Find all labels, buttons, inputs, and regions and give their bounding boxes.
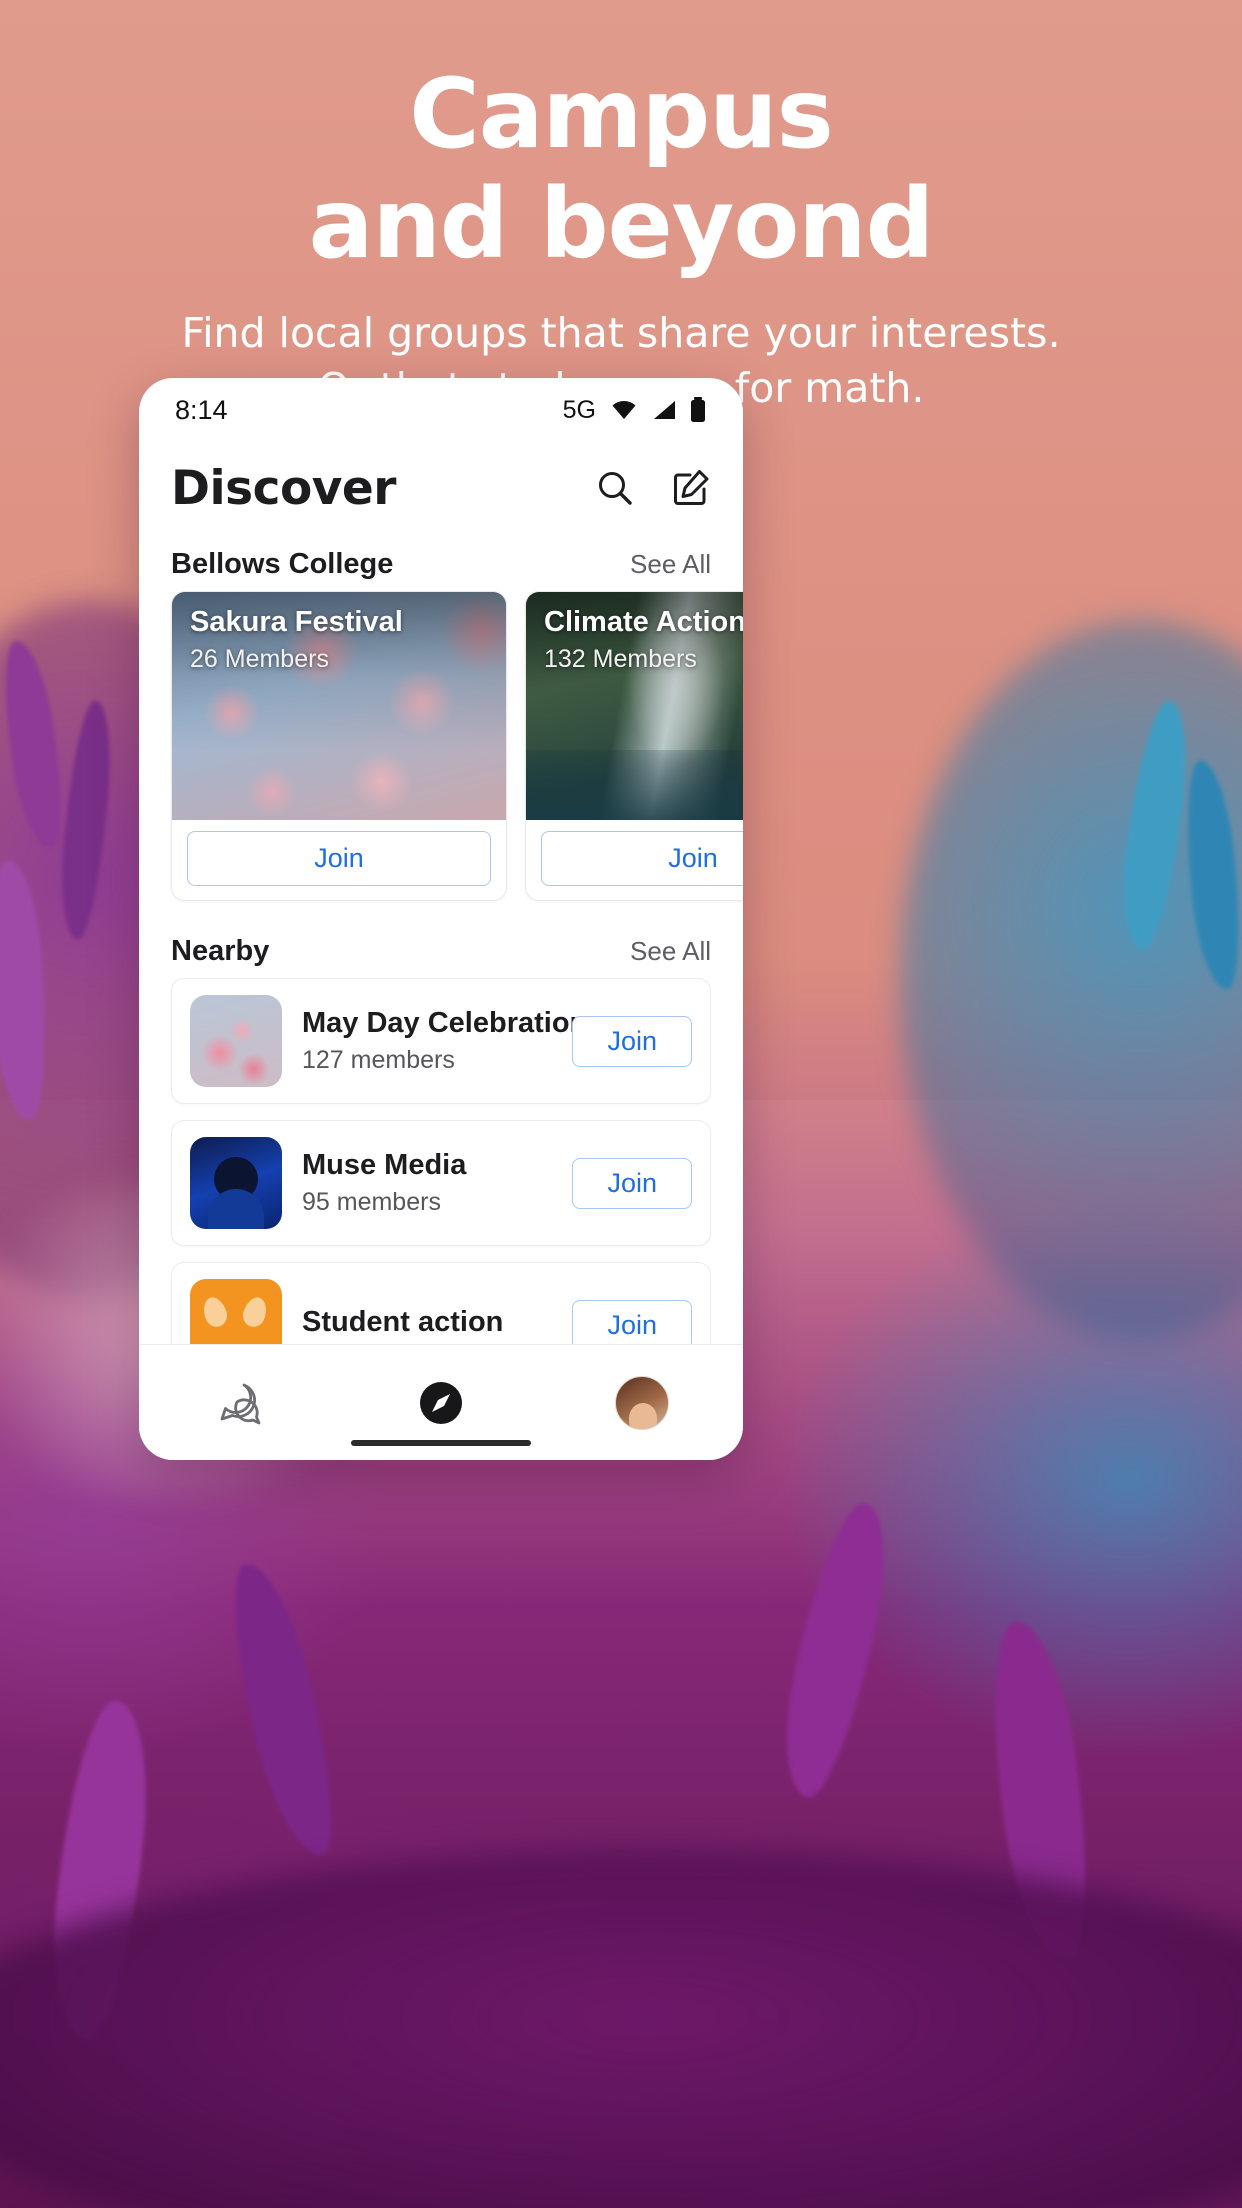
home-indicator (351, 1440, 531, 1446)
hero-title-line-1: Campus (409, 58, 833, 170)
join-button[interactable]: Join (572, 1299, 692, 1344)
status-icon-group: 5G (563, 396, 707, 425)
group-card-caption: Sakura Festival 26 Members (190, 606, 403, 674)
group-name: Student action (302, 1305, 504, 1338)
blossom-texture (190, 995, 282, 1087)
compass-icon[interactable] (414, 1376, 468, 1430)
app-title: Discover (171, 460, 396, 516)
join-button[interactable]: Join (572, 1157, 692, 1209)
list-item[interactable]: Student action Join (171, 1262, 711, 1344)
header-actions (595, 468, 711, 508)
group-card-image: Sakura Festival 26 Members (172, 592, 506, 820)
see-all-link[interactable]: See All (630, 936, 711, 967)
hero-title-line-2: and beyond (308, 168, 935, 280)
see-all-link[interactable]: See All (630, 549, 711, 580)
group-thumbnail (190, 1137, 282, 1229)
network-type-label: 5G (562, 395, 596, 424)
group-card-image: Climate Action 132 Members (526, 592, 743, 820)
group-member-count: 26 Members (190, 645, 329, 673)
group-name: May Day Celebration (302, 1007, 588, 1039)
phone-mockup: 8:14 5G Discover Bellows College See All… (139, 378, 743, 1460)
hero-subtitle-line-1: Find local groups that share your intere… (181, 309, 1061, 357)
list-item[interactable]: May Day Celebration 127 members Join (171, 978, 711, 1104)
app-header: Discover (139, 442, 743, 534)
group-card-footer: Join (526, 820, 743, 900)
cellular-signal-icon (654, 401, 675, 419)
bottom-tab-bar (139, 1344, 743, 1460)
group-name: Climate Action (544, 606, 743, 638)
group-card-caption: Climate Action 132 Members (544, 606, 743, 674)
status-time: 8:14 (175, 394, 228, 425)
group-member-count: 95 members (302, 1188, 441, 1216)
list-item[interactable]: Muse Media 95 members Join (171, 1120, 711, 1246)
wifi-icon (612, 401, 636, 419)
person-shape (208, 1189, 264, 1229)
page-title: Campus and beyond (0, 66, 1242, 272)
battery-icon (691, 397, 705, 422)
join-button[interactable]: Join (187, 831, 491, 886)
search-icon[interactable] (595, 468, 635, 508)
group-member-count: 127 members (302, 1046, 455, 1074)
hero-text-block: Campus and beyond Find local groups that… (0, 0, 1242, 415)
status-bar: 8:14 5G (139, 378, 743, 442)
list-item-meta: Muse Media 95 members (302, 1149, 552, 1217)
join-button[interactable]: Join (541, 831, 743, 886)
join-button[interactable]: Join (572, 1015, 692, 1067)
avatar[interactable] (615, 1375, 670, 1430)
foliage-blob-bottom (0, 1850, 1242, 2208)
wheat-leaf (239, 1294, 271, 1330)
list-item-meta: Student action (302, 1306, 552, 1345)
list-item-meta: May Day Celebration 127 members (302, 1007, 588, 1075)
chat-bubbles-icon[interactable] (213, 1376, 267, 1430)
group-member-count: 132 Members (544, 645, 697, 673)
group-card[interactable]: Climate Action 132 Members Join (525, 591, 743, 901)
wheat-leaf (199, 1294, 231, 1330)
group-thumbnail (190, 1279, 282, 1344)
section-header-nearby: Nearby See All (139, 901, 743, 978)
app-content-scroll[interactable]: Bellows College See All Sakura Festival … (139, 534, 743, 1344)
group-name: Muse Media (302, 1149, 467, 1181)
section-title: Nearby (171, 935, 270, 967)
compose-icon[interactable] (671, 468, 711, 508)
group-name: Sakura Festival (190, 606, 403, 638)
group-card-carousel[interactable]: Sakura Festival 26 Members Join Climate … (139, 591, 743, 901)
section-title: Bellows College (171, 548, 394, 580)
group-card[interactable]: Sakura Festival 26 Members Join (171, 591, 507, 901)
group-thumbnail (190, 995, 282, 1087)
section-header-bellows-college: Bellows College See All (139, 534, 743, 591)
group-card-footer: Join (172, 820, 506, 900)
